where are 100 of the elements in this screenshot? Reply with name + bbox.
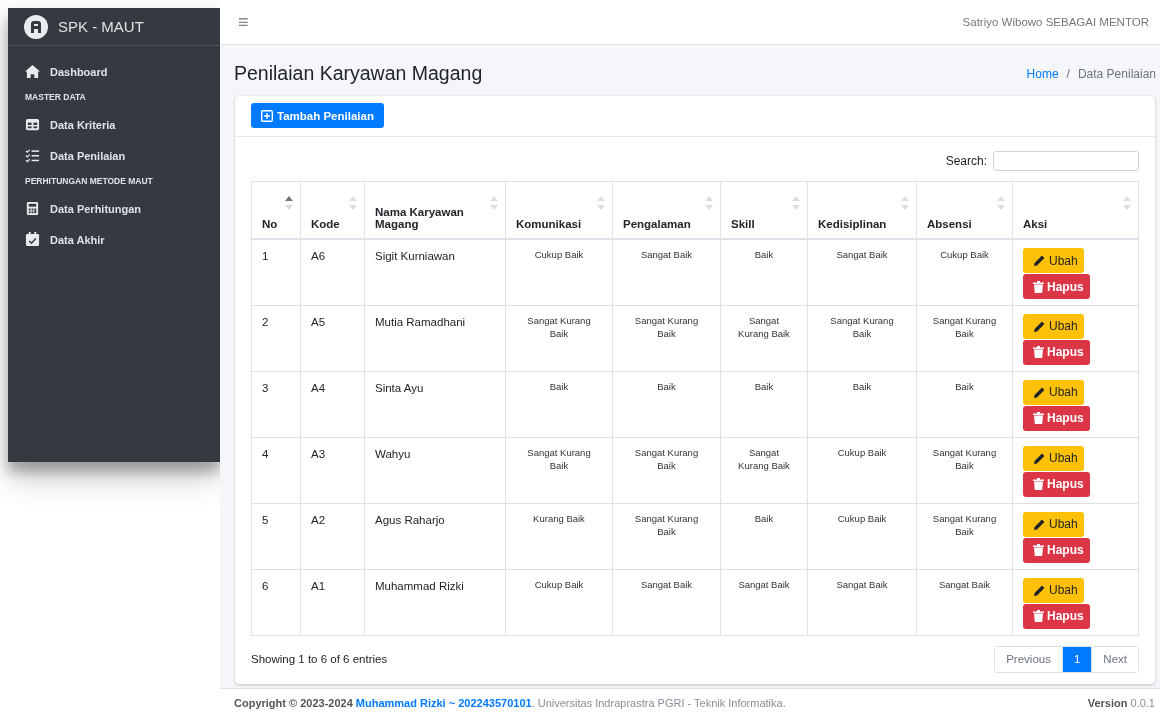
- delete-button[interactable]: Hapus: [1023, 339, 1090, 365]
- table-cell: Cukup Baik: [807, 437, 917, 503]
- sidebar-item[interactable]: Dashboard: [8, 57, 220, 86]
- table-cell: Baik: [505, 371, 613, 437]
- table-cell: 6: [251, 569, 301, 635]
- trash-icon: [1033, 478, 1044, 490]
- table-cell: 1: [251, 239, 301, 305]
- delete-button[interactable]: Hapus: [1023, 603, 1090, 629]
- table-cell: Cukup Baik: [916, 239, 1013, 305]
- pencil-icon: [1033, 517, 1046, 531]
- column-header[interactable]: Komunikasi: [505, 181, 613, 239]
- add-button[interactable]: Tambah Penilaian: [251, 103, 384, 128]
- home-icon: [25, 64, 40, 79]
- sidebar-item[interactable]: Data Kriteria: [8, 110, 220, 139]
- table-cell: 4: [251, 437, 301, 503]
- table-cell: Baik: [720, 503, 808, 569]
- column-header[interactable]: No: [251, 181, 301, 239]
- entries-info: Showing 1 to 6 of 6 entries: [251, 653, 388, 665]
- column-header[interactable]: Kedisiplinan: [807, 181, 917, 239]
- breadcrumb-link[interactable]: Home: [1026, 66, 1059, 81]
- table-cell: Baik: [807, 371, 917, 437]
- calendar-icon: [25, 232, 40, 247]
- edit-button[interactable]: Ubah: [1023, 445, 1084, 471]
- table-cell: Baik: [612, 371, 721, 437]
- table-cell: A2: [300, 503, 365, 569]
- table-cell: A4: [300, 371, 365, 437]
- table-cell: 3: [251, 371, 301, 437]
- plus-square-icon: [261, 109, 273, 122]
- table-cell: Sangat Kurang Baik: [505, 305, 613, 371]
- table-cell: 5: [251, 503, 301, 569]
- pencil-icon: [1033, 319, 1046, 333]
- copyright-text: Copyright © 2023-2024 Muhammad Rizki ~ 202243570101. Universitas Indraprastra PGRI - Teknik Informatika.: [234, 697, 786, 709]
- table-cell: Sangat Baik: [612, 239, 721, 305]
- user-name: Satriyo Wibowo SEBAGAI MENTOR: [962, 16, 1149, 28]
- column-header[interactable]: Kode: [300, 181, 365, 239]
- column-header[interactable]: Absensi: [916, 181, 1013, 239]
- table-cell: Sangat Kurang Baik: [916, 305, 1013, 371]
- table-cell: Sangat Kurang Baik: [807, 305, 917, 371]
- table-cell: A1: [300, 569, 365, 635]
- brand-name[interactable]: SPK - MAUT: [58, 18, 144, 35]
- table-cell: Sangat Baik: [807, 569, 917, 635]
- table-cell: Sinta Ayu: [364, 371, 506, 437]
- table-cell: Kurang Baik: [505, 503, 613, 569]
- table-cell: A5: [300, 305, 365, 371]
- column-header[interactable]: Nama Karyawan Magang: [364, 181, 506, 239]
- table-cell: Sangat Baik: [720, 569, 808, 635]
- trash-icon: [1033, 280, 1044, 293]
- delete-button[interactable]: Hapus: [1023, 537, 1090, 563]
- delete-button[interactable]: Hapus: [1023, 274, 1090, 299]
- table-cell: Sangat Kurang Baik: [720, 305, 808, 371]
- table-cell: Sangat Kurang Baik: [612, 437, 721, 503]
- table-cell: Sangat Baik: [916, 569, 1013, 635]
- trash-icon: [1033, 544, 1044, 556]
- sidebar-heading: PERHITUNGAN METODE MAUT: [24, 175, 154, 188]
- pencil-icon: [1033, 451, 1046, 465]
- column-header[interactable]: Aksi: [1012, 181, 1139, 239]
- edit-button[interactable]: Ubah: [1023, 577, 1084, 603]
- table-cell: A3: [300, 437, 365, 503]
- edit-button[interactable]: Ubah: [1023, 379, 1084, 405]
- author-link[interactable]: Muhammad Rizki ~ 202243570101: [355, 697, 532, 709]
- search-field[interactable]: [993, 151, 1139, 171]
- column-header[interactable]: Skill: [720, 181, 808, 239]
- table-cell: Wahyu: [364, 437, 506, 503]
- page-button[interactable]: 1: [1061, 646, 1092, 672]
- table-cell: Sangat Kurang Baik: [720, 437, 808, 503]
- edit-button[interactable]: Ubah: [1023, 248, 1084, 273]
- page-button[interactable]: Next: [1091, 646, 1138, 672]
- table-cell: Sangat Kurang Baik: [612, 305, 721, 371]
- pencil-icon: [1033, 583, 1046, 597]
- table-cell: Cukup Baik: [505, 239, 613, 305]
- sidebar-item[interactable]: Data Perhitungan: [8, 194, 220, 223]
- sidebar-heading: MASTER DATA: [24, 91, 87, 104]
- calculator-icon: [25, 201, 40, 216]
- table-cell: Baik: [916, 371, 1013, 437]
- table-cell: A6: [300, 239, 365, 305]
- trash-icon: [1033, 610, 1044, 622]
- breadcrumb-current: Data Penilaian: [1077, 66, 1156, 81]
- pencil-icon: [1033, 385, 1046, 399]
- version-text: Version 0.0.1: [1087, 697, 1155, 709]
- sidebar-item[interactable]: Data Penilaian: [8, 141, 220, 170]
- edit-button[interactable]: Ubah: [1023, 313, 1084, 339]
- table-cell: Sangat Baik: [612, 569, 721, 635]
- page-title: Penilaian Karyawan Magang: [234, 62, 483, 85]
- sidebar-item[interactable]: Data Akhir: [8, 225, 220, 254]
- delete-button[interactable]: Hapus: [1023, 405, 1090, 431]
- menu-icon[interactable]: ≡: [238, 11, 249, 33]
- delete-button[interactable]: Hapus: [1023, 471, 1090, 497]
- checklist-icon: [25, 148, 40, 163]
- search-label: Search:: [945, 154, 987, 168]
- trash-icon: [1033, 412, 1044, 424]
- table-cell: Sangat Baik: [807, 239, 917, 305]
- breadcrumb-separator: /: [1066, 66, 1070, 81]
- logo-icon: [24, 14, 48, 39]
- column-header[interactable]: Pengalaman: [612, 181, 721, 239]
- trash-icon: [1033, 346, 1044, 358]
- table-cell: 2: [251, 305, 301, 371]
- table-cell: Sigit Kurniawan: [364, 239, 506, 305]
- table-cell: Sangat Kurang Baik: [916, 503, 1013, 569]
- edit-button[interactable]: Ubah: [1023, 511, 1084, 537]
- table-cell: Agus Raharjo: [364, 503, 506, 569]
